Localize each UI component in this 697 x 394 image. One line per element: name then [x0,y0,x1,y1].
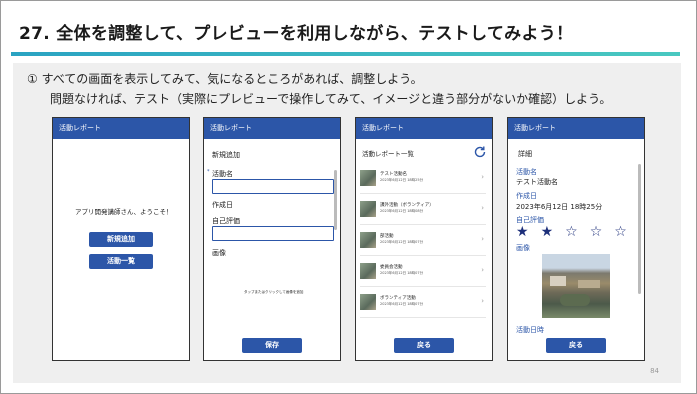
image-label: 画像 [516,244,530,252]
chevron-right-icon: › [481,235,484,243]
activity-name-label: 活動名 [516,168,537,176]
activity-name-label: 活動名 [212,170,233,178]
slide: 27. 全体を調整して、プレビューを利用しながら、テストしてみよう！ ① すべて… [0,0,697,394]
activity-name-input[interactable] [212,179,334,194]
created-date-value: 2023年6月12日 18時25分 [516,203,603,211]
scrollbar[interactable] [638,164,641,294]
chevron-right-icon: › [481,204,484,212]
divider [360,193,486,194]
divider [360,286,486,287]
scrollbar[interactable] [334,170,337,230]
refresh-icon[interactable] [473,145,487,159]
star-empty-icon[interactable]: ☆ [565,224,578,240]
image-label: 画像 [212,249,226,257]
screen-heading: 新規追加 [212,151,240,159]
list-heading: 活動レポート一覧 [362,150,414,158]
list-item-date: 2023年6月12日 18時07分 [380,271,424,275]
back-button[interactable]: 戻る [394,338,454,353]
required-marker: * [207,169,210,175]
list-item-title: 委員会活動 [380,265,403,270]
divider [360,255,486,256]
star-filled-icon[interactable]: ★ [541,224,554,240]
divider [360,224,486,225]
app-header: 活動レポート [204,118,340,139]
app-header: 活動レポート [53,118,189,139]
app-header: 活動レポート [508,118,644,139]
created-date-label: 作成日 [212,201,233,209]
list-item[interactable]: テスト活動名 2023年6月12日 18時25分 › [360,168,486,194]
activity-thumbnail [360,294,376,310]
self-eval-label: 自己評価 [212,217,240,225]
title-underline [11,52,680,56]
star-filled-icon[interactable]: ★ [516,224,529,240]
chevron-right-icon: › [481,297,484,305]
chevron-right-icon: › [481,266,484,274]
list-item-title: ボランティア活動 [380,296,416,301]
activity-thumbnail [360,232,376,248]
activity-thumbnail [360,170,376,186]
phone-new-entry-screen: 活動レポート 新規追加 * 活動名 作成日 自己評価 画像 タップまたはクリック… [203,117,341,361]
detail-heading: 詳細 [518,150,532,158]
new-entry-button[interactable]: 新規追加 [89,232,153,247]
activity-thumbnail [360,263,376,279]
activity-thumbnail [360,201,376,217]
instruction-line-1: ① すべての画面を表示してみて、気になるところがあれば、調整しよう。 [27,72,423,86]
app-header: 活動レポート [356,118,492,139]
content-panel: ① すべての画面を表示してみて、気になるところがあれば、調整しよう。 問題なけれ… [13,63,681,383]
list-item[interactable]: ボランティア活動 2023年6月12日 18時07分 › [360,292,486,318]
list-item[interactable]: 委員会活動 2023年6月12日 18時07分 › [360,261,486,287]
star-empty-icon[interactable]: ☆ [614,224,627,240]
slide-title: 27. 全体を調整して、プレビューを利用しながら、テストしてみよう！ [19,24,574,44]
phone-detail-screen: 活動レポート 詳細 活動名 テスト活動名 作成日 2023年6月12日 18時2… [507,117,645,361]
list-item-date: 2023年6月12日 18時07分 [380,302,424,306]
star-empty-icon[interactable]: ☆ [590,224,603,240]
save-button[interactable]: 保存 [242,338,302,353]
list-item-date: 2023年6月12日 18時07分 [380,240,424,244]
rating-stars: ★ ★ ☆ ☆ ☆ [516,224,627,240]
activity-photo [542,254,610,318]
welcome-text: アプリ開発講師さん、ようこそ！ [75,208,173,216]
list-item-title: 課外活動（ボランティア） [380,203,434,208]
chevron-right-icon: › [481,173,484,181]
list-item-date: 2023年6月12日 18時25分 [380,178,424,182]
list-item[interactable]: 部活動 2023年6月12日 18時07分 › [360,230,486,256]
instruction-line-2: 問題なければ、テスト（実際にプレビューで操作してみて、イメージと違う部分がないか… [50,92,612,106]
list-item-title: テスト活動名 [380,172,407,177]
page-number: 84 [650,367,659,375]
divider [360,317,486,318]
back-button[interactable]: 戻る [546,338,606,353]
activity-list-button[interactable]: 活動一覧 [89,254,153,269]
list-item-title: 部活動 [380,234,394,239]
image-add-area[interactable]: タップまたはクリックして画像を追加 [244,290,303,295]
self-eval-input[interactable] [212,226,334,241]
phone-list-screen: 活動レポート 活動レポート一覧 テスト活動名 2023年6月12日 18時25分 ›… [355,117,493,361]
created-date-label: 作成日 [516,192,537,200]
activity-name-value: テスト活動名 [516,178,558,186]
activity-datetime-label: 活動日時 [516,326,544,334]
list-item-date: 2023年6月12日 18時08分 [380,209,424,213]
phone-home-screen: 活動レポート アプリ開発講師さん、ようこそ！ 新規追加 活動一覧 [52,117,190,361]
list-item[interactable]: 課外活動（ボランティア） 2023年6月12日 18時08分 › [360,199,486,225]
